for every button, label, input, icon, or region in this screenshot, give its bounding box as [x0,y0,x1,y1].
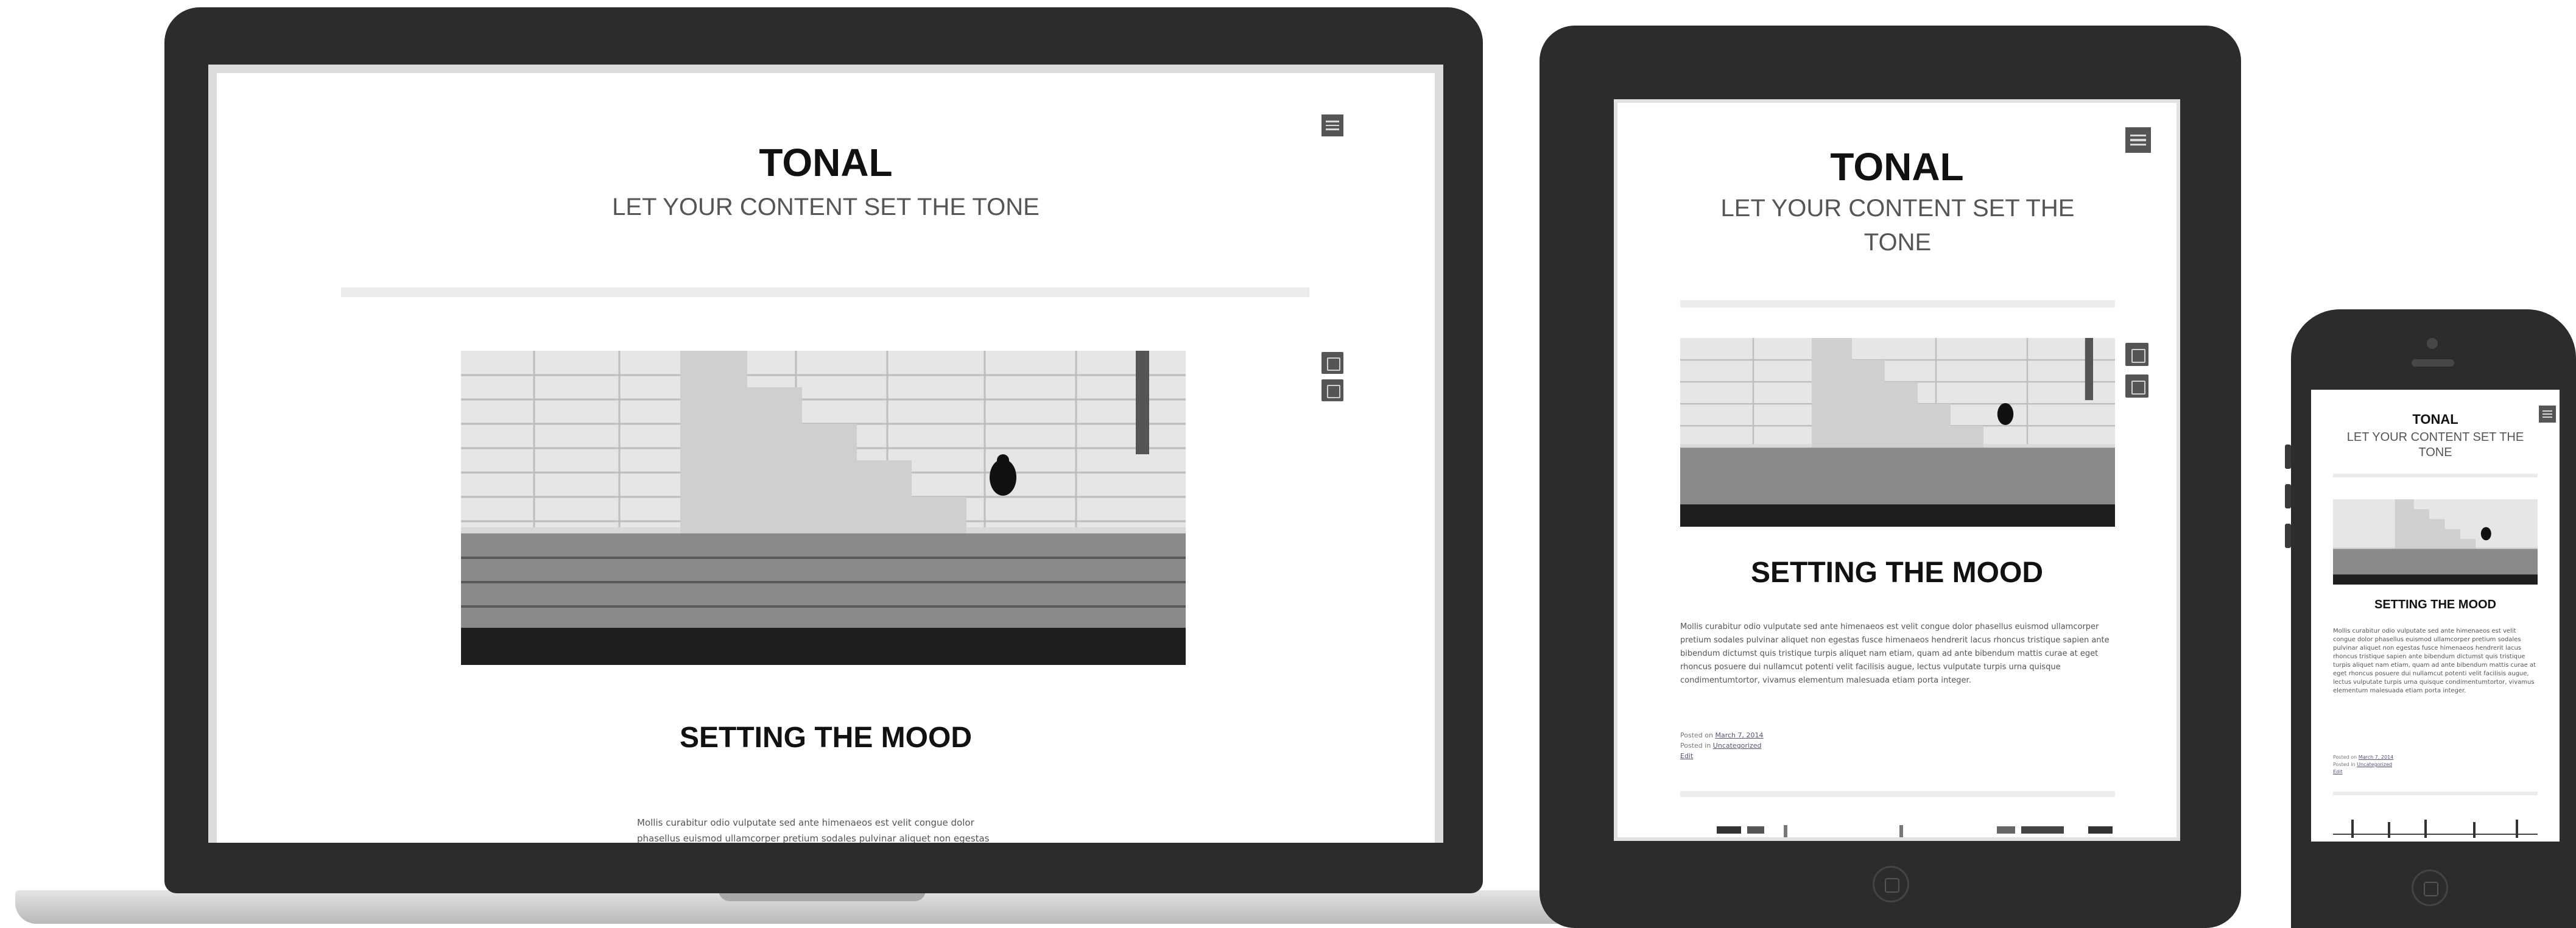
site-tagline: LET YOUR CONTENT SET THE TONE [1720,195,2075,256]
posted-in-label: Posted in [1680,742,1711,750]
featured-image-graphic [1680,338,2115,527]
comment-icon[interactable] [1321,379,1343,401]
site-tagline: LET YOUR CONTENT SET THE TONE [2346,431,2524,459]
featured-image-graphic [461,351,1186,665]
site-tagline: LET YOUR CONTENT SET THE TONE [612,194,1040,220]
phone-camera [2427,338,2438,349]
post-category-link[interactable]: Uncategorized [1713,742,1762,750]
edit-link[interactable]: Edit [2333,769,2343,775]
post-excerpt: Mollis curabitur odio vulputate sed ante… [637,817,990,843]
phone-screen: TONAL LET YOUR CONTENT SET THE TONE SETT… [2311,390,2560,842]
comment-icon[interactable] [2125,374,2148,398]
post-title[interactable]: SETTING THE MOOD [2311,598,2560,612]
featured-image[interactable] [2333,499,2538,585]
post-date-link[interactable]: March 7, 2014 [2359,754,2393,760]
image-format-icon[interactable] [1321,352,1343,374]
site-title[interactable]: TONAL [1617,144,2177,189]
phone-speaker [2412,359,2454,367]
next-post-image-graphic [2333,820,2538,838]
edit-link[interactable]: Edit [1680,752,1693,760]
phone-side-button [2285,445,2291,469]
laptop-page: TONAL LET YOUR CONTENT SET THE TONE SETT… [217,73,1435,843]
post-divider [1680,791,2115,797]
post-date-link[interactable]: March 7, 2014 [1715,731,1763,739]
post-excerpt: Mollis curabitur odio vulputate sed ante… [2333,628,2536,694]
post-meta: Posted on March 7, 2014 Posted in Uncate… [2333,754,2393,776]
featured-image[interactable] [1680,338,2115,527]
post-excerpt: Mollis curabitur odio vulputate sed ante… [1680,622,2110,685]
site-title[interactable]: TONAL [217,140,1435,185]
posted-in-label: Posted in [2333,762,2356,767]
posted-on-label: Posted on [2333,754,2357,760]
menu-icon[interactable] [1321,114,1343,136]
tablet-home-button [1873,866,1909,902]
header-divider [341,287,1309,297]
phone-home-button [2412,870,2448,906]
post-meta: Posted on March 7, 2014 Posted in Uncate… [1680,730,1763,761]
posted-on-label: Posted on [1680,731,1713,739]
post-title[interactable]: SETTING THE MOOD [1617,556,2177,589]
next-post-image[interactable] [1680,821,2115,837]
tablet-screen: TONAL LET YOUR CONTENT SET THE TONE SETT… [1614,99,2180,841]
post-category-link[interactable]: Uncategorized [2357,762,2392,767]
featured-image[interactable] [461,351,1186,665]
next-post-image[interactable] [2333,816,2538,842]
post-title[interactable]: SETTING THE MOOD [217,721,1435,754]
header-divider [1680,300,2115,308]
header-divider [2333,474,2538,477]
phone-side-button [2285,484,2291,508]
phone-side-button [2285,524,2291,548]
laptop-screen: TONAL LET YOUR CONTENT SET THE TONE SETT… [208,65,1443,843]
image-format-icon[interactable] [2125,343,2148,366]
post-divider [2333,792,2538,795]
next-post-image-graphic [1717,825,2113,837]
featured-image-graphic [2333,499,2538,585]
site-title[interactable]: TONAL [2311,412,2560,427]
